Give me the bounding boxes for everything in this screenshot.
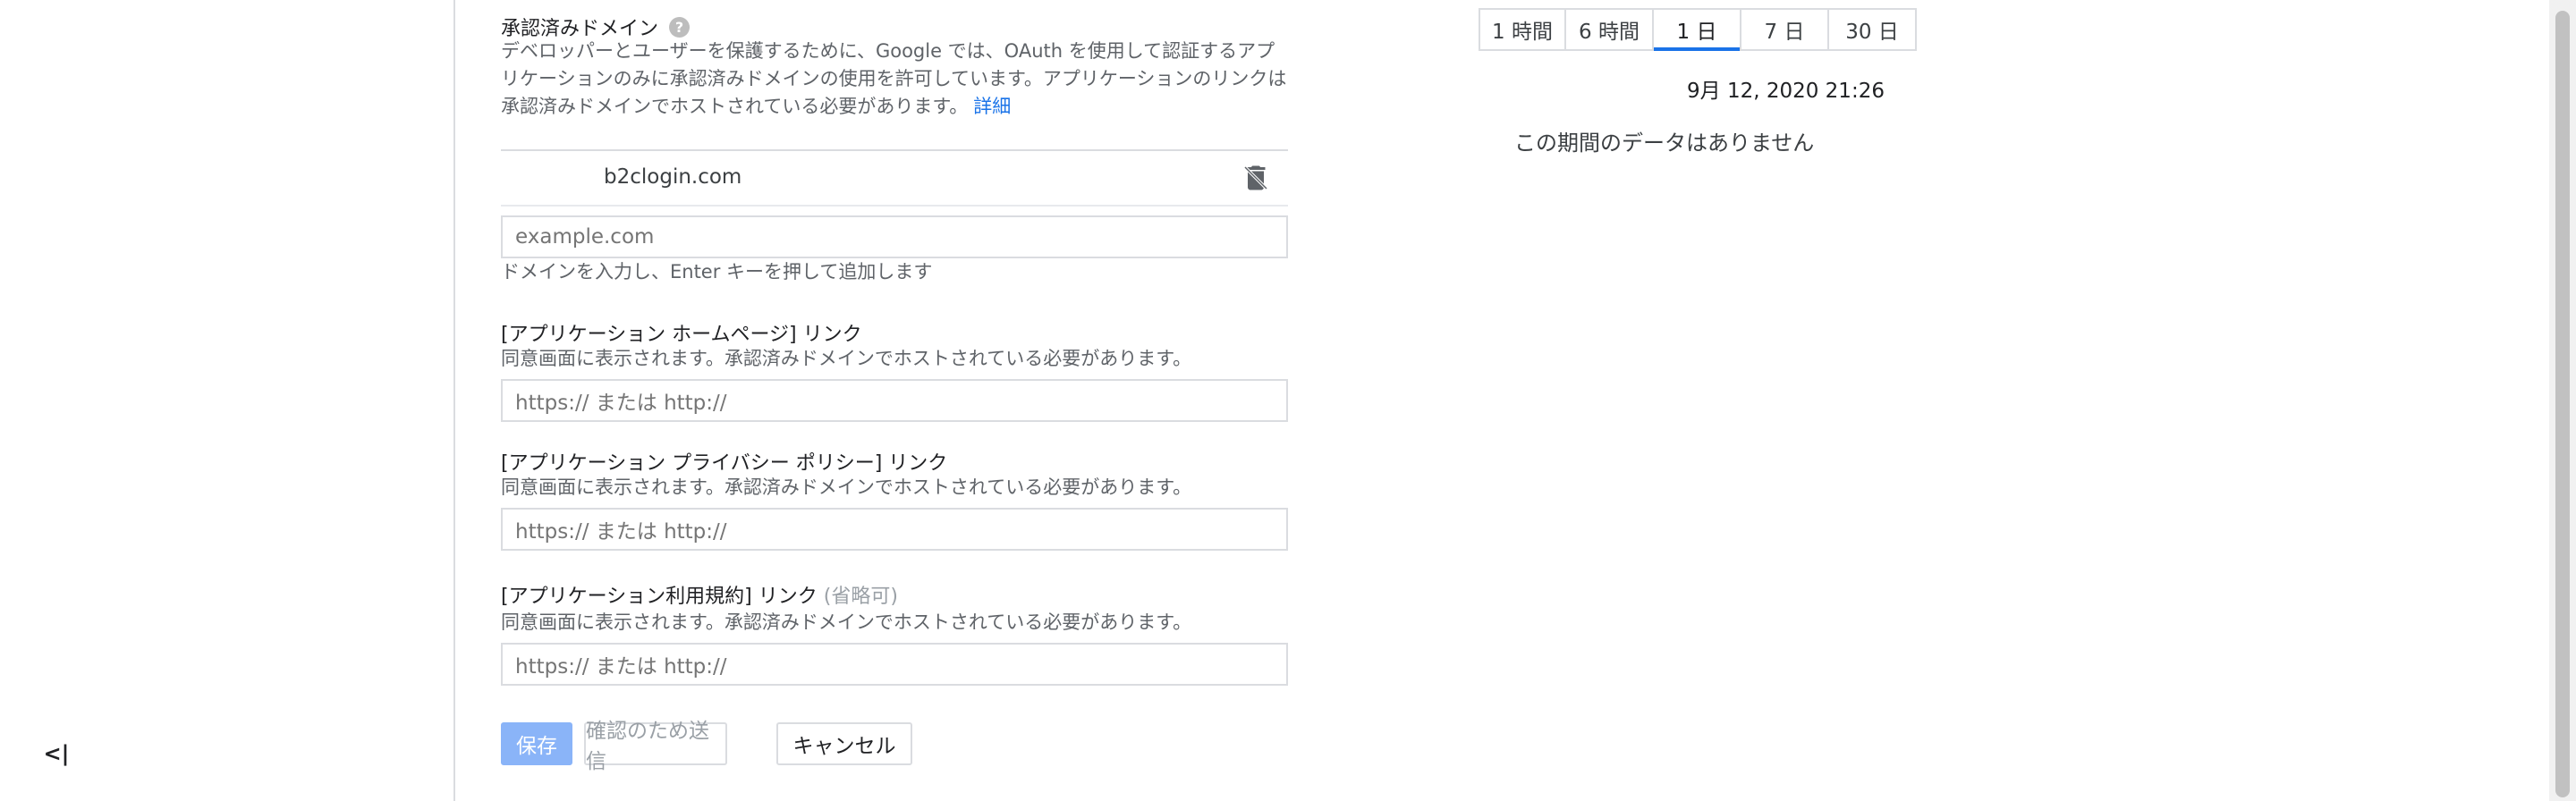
tab-1-hour[interactable]: 1 時間 — [1480, 10, 1566, 49]
privacy-policy-placeholder: https:// または http:// — [515, 520, 727, 544]
chart-timestamp: 9月 12, 2020 21:26 — [1687, 80, 1885, 103]
domain-input-hint: ドメインを入力し、Enter キーを押して追加します — [501, 261, 933, 282]
terms-label-text: [アプリケーション利用規約] リンク — [501, 586, 818, 608]
privacy-policy-description: 同意画面に表示されます。承認済みドメインでホストされている必要があります。 — [501, 476, 1192, 498]
tab-6-hours[interactable]: 6 時間 — [1566, 10, 1654, 49]
authorized-domains-description: デベロッパーとユーザーを保護するために、Google では、OAuth を使用し… — [501, 38, 1288, 121]
optional-tag: (省略可) — [823, 586, 898, 608]
tab-7-days[interactable]: 7 日 — [1741, 10, 1829, 49]
save-button[interactable]: 保存 — [501, 722, 572, 765]
delete-icon[interactable] — [1240, 162, 1272, 194]
domain-list-item: b2clogin.com — [501, 149, 1288, 207]
terms-of-service-label: [アプリケーション利用規約] リンク (省略可) — [501, 580, 898, 609]
tab-1-day[interactable]: 1 日 — [1654, 10, 1741, 51]
tab-30-days[interactable]: 30 日 — [1829, 10, 1915, 49]
learn-more-link[interactable]: 詳細 — [973, 96, 1011, 117]
terms-of-service-placeholder: https:// または http:// — [515, 655, 727, 679]
terms-of-service-input[interactable]: https:// または http:// — [501, 643, 1288, 686]
scrollbar-thumb[interactable] — [2555, 11, 2570, 797]
domain-input-placeholder: example.com — [515, 225, 655, 249]
vertical-scrollbar[interactable] — [2549, 0, 2576, 801]
no-data-message: この期間のデータはありません — [1514, 131, 1815, 156]
homepage-link-placeholder: https:// または http:// — [515, 392, 727, 415]
cancel-button[interactable]: キャンセル — [776, 722, 912, 765]
sidebar: <| — [0, 0, 455, 801]
privacy-policy-input[interactable]: https:// または http:// — [501, 508, 1288, 551]
time-range-tabs: 1 時間 6 時間 1 日 7 日 30 日 — [1479, 8, 1917, 51]
homepage-link-input[interactable]: https:// または http:// — [501, 379, 1288, 422]
domain-input[interactable]: example.com — [501, 215, 1288, 258]
privacy-policy-label: [アプリケーション プライバシー ポリシー] リンク — [501, 452, 948, 475]
domain-name: b2clogin.com — [604, 165, 742, 189]
terms-of-service-description: 同意画面に表示されます。承認済みドメインでホストされている必要があります。 — [501, 611, 1192, 633]
help-icon[interactable]: ? — [669, 16, 691, 38]
homepage-link-label: [アプリケーション ホームページ] リンク — [501, 324, 862, 346]
submit-for-verification-button[interactable]: 確認のため送信 — [584, 720, 727, 773]
collapse-sidebar-button[interactable]: <| — [43, 738, 70, 769]
description-text: デベロッパーとユーザーを保護するために、Google では、OAuth を使用し… — [501, 40, 1287, 117]
homepage-link-description: 同意画面に表示されます。承認済みドメインでホストされている必要があります。 — [501, 348, 1192, 369]
collapse-icon: <| — [43, 741, 70, 766]
